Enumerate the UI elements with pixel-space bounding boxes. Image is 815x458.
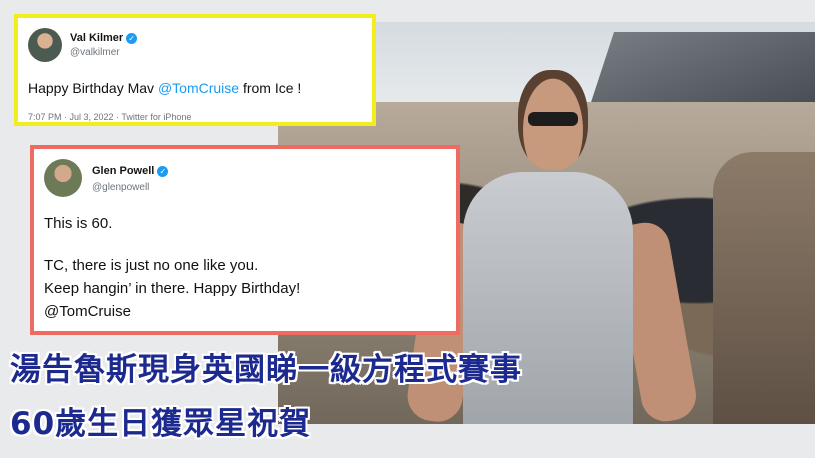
verified-badge-icon: ✓ (126, 32, 138, 44)
tweet-val-kilmer[interactable]: Val Kilmer ✓ @valkilmer Happy Birthday Ma… (14, 14, 376, 126)
tweet-text-line: Keep hangin’ in there. Happy Birthday! (44, 280, 301, 297)
headline-line-2: 60歲生日獲眾星祝賀 (10, 406, 312, 442)
tweet-text-line: TC, there is just no one like you. (44, 257, 259, 274)
author-name[interactable]: Glen Powell ✓ (92, 165, 169, 177)
avatar[interactable] (28, 28, 62, 62)
tweet-meta[interactable]: 7:07 PM · Jul 3, 2022 · Twitter for iPho… (28, 112, 191, 122)
tweet-text-line: This is 60. (44, 215, 113, 232)
sunglasses-icon (528, 112, 578, 126)
tweet-glen-powell[interactable]: Glen Powell ✓ @glenpowell This is 60. TC,… (30, 145, 460, 335)
photo-person-right (713, 152, 815, 424)
headline-line-1: 湯告魯斯現身英國睇一級方程式賽事 (10, 352, 522, 388)
author-handle[interactable]: @glenpowell (92, 182, 149, 193)
mention-link[interactable]: @TomCruise (158, 80, 239, 96)
author-handle[interactable]: @valkilmer (70, 47, 120, 58)
avatar[interactable] (44, 159, 82, 197)
mention-link[interactable]: @TomCruise (44, 303, 131, 320)
tweet-text: Happy Birthday Mav @TomCruise from Ice ! (28, 80, 302, 96)
author-name[interactable]: Val Kilmer ✓ (70, 32, 138, 44)
verified-badge-icon: ✓ (157, 165, 169, 177)
